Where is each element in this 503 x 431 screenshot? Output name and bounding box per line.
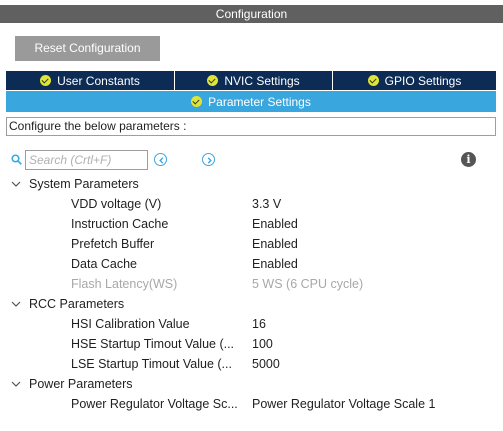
tab-label: User Constants: [57, 73, 140, 88]
param-name: Flash Latency(WS): [71, 277, 178, 291]
param-row[interactable]: Prefetch Buffer Enabled: [0, 234, 503, 254]
tab-user-constants[interactable]: User Constants: [6, 71, 175, 90]
chevron-down-icon: [11, 301, 21, 307]
param-value: 16: [252, 317, 266, 331]
previous-match-button[interactable]: [154, 153, 167, 166]
param-name: HSI Calibration Value: [71, 317, 190, 331]
param-name: LSE Startup Timout Value (...: [71, 357, 232, 371]
check-circle-icon: [207, 75, 219, 86]
panel-title: Configuration: [0, 5, 503, 23]
param-name: Power Regulator Voltage Sc...: [71, 397, 238, 411]
param-row[interactable]: Instruction Cache Enabled: [0, 214, 503, 234]
param-name: HSE Startup Timout Value (...: [71, 337, 235, 351]
tab-label: NVIC Settings: [224, 73, 300, 88]
tab-parameter-settings[interactable]: Parameter Settings: [6, 91, 496, 112]
param-value: 5 WS (6 CPU cycle): [252, 277, 364, 291]
tab-nvic-settings[interactable]: NVIC Settings: [175, 71, 333, 90]
param-value: 5000: [252, 357, 280, 371]
param-row[interactable]: VDD voltage (V) 3.3 V: [0, 194, 503, 214]
tab-gpio-settings[interactable]: GPIO Settings: [333, 71, 496, 90]
search-icon: [11, 154, 22, 165]
description-text: Configure the below parameters :: [6, 117, 496, 136]
reset-configuration-button[interactable]: Reset Configuration: [15, 36, 160, 61]
param-value: Enabled: [252, 257, 298, 271]
chevron-left-icon: [159, 157, 164, 164]
next-match-button[interactable]: [202, 153, 215, 166]
group-label: System Parameters: [29, 177, 139, 191]
info-icon[interactable]: i: [461, 152, 476, 167]
tab-bar: User Constants NVIC Settings GPIO Settin…: [6, 71, 496, 90]
group-label: RCC Parameters: [29, 297, 125, 311]
param-value: Power Regulator Voltage Scale 1: [252, 397, 436, 411]
search-input[interactable]: [25, 150, 148, 170]
chevron-down-icon: [11, 381, 21, 387]
param-row-disabled: Flash Latency(WS) 5 WS (6 CPU cycle): [0, 274, 503, 294]
param-row[interactable]: Data Cache Enabled: [0, 254, 503, 274]
param-row[interactable]: LSE Startup Timout Value (... 5000: [0, 354, 503, 374]
param-value: 100: [252, 337, 273, 351]
search-toolbar: i: [11, 150, 491, 170]
tab-label: GPIO Settings: [384, 73, 462, 88]
param-value: Enabled: [252, 237, 298, 251]
param-name: Instruction Cache: [71, 217, 169, 231]
chevron-down-icon: [11, 181, 21, 187]
param-value: 3.3 V: [252, 197, 282, 211]
param-row[interactable]: HSE Startup Timout Value (... 100: [0, 334, 503, 354]
param-name: VDD voltage (V): [71, 197, 162, 211]
check-circle-icon: [367, 75, 379, 86]
param-name: Prefetch Buffer: [71, 237, 155, 251]
param-name: Data Cache: [71, 257, 138, 271]
tab-label: Parameter Settings: [208, 94, 311, 109]
group-label: Power Parameters: [29, 377, 133, 391]
check-circle-icon: [40, 75, 52, 86]
chevron-right-icon: [207, 157, 212, 164]
param-value: Enabled: [252, 217, 298, 231]
param-row[interactable]: HSI Calibration Value 16: [0, 314, 503, 334]
param-row[interactable]: Power Regulator Voltage Sc... Power Regu…: [0, 394, 503, 414]
check-circle-icon: [191, 96, 203, 107]
